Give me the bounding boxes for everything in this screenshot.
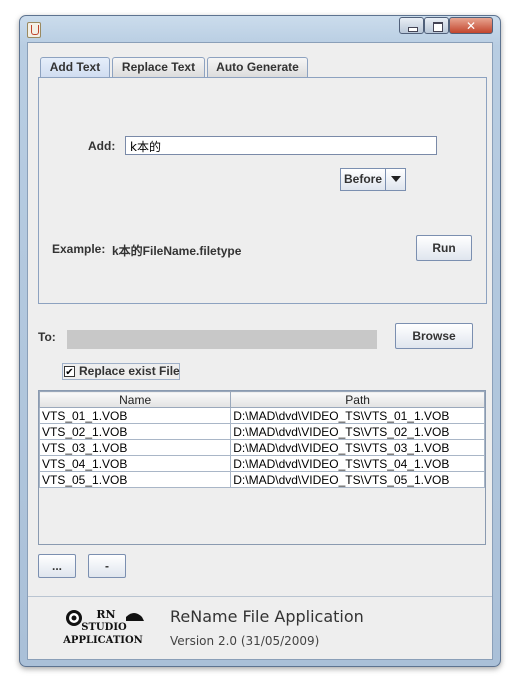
close-icon: ✕ xyxy=(466,19,477,33)
replace-exist-option[interactable]: ✔ Replace exist File xyxy=(62,363,180,380)
replace-exist-label: Replace exist File xyxy=(79,364,180,378)
to-label: To: xyxy=(38,330,56,344)
example-value: k本的FileName.filetype xyxy=(112,244,242,258)
tab-add-text[interactable]: Add Text xyxy=(40,57,110,78)
column-header-name[interactable]: Name xyxy=(38,391,232,408)
close-button[interactable]: ✕ xyxy=(449,17,493,34)
logo-line-1: RN xyxy=(96,608,115,621)
file-path-cell[interactable]: D:\MAD\dvd\VIDEO_TS\VTS_02_1.VOB xyxy=(230,423,485,440)
app-title: ReName File Application xyxy=(170,607,364,626)
add-files-button[interactable]: ... xyxy=(38,554,76,578)
file-name-cell[interactable]: VTS_04_1.VOB xyxy=(38,455,232,472)
file-name-cell[interactable]: VTS_01_1.VOB xyxy=(38,407,232,424)
example-label: Example: xyxy=(52,242,106,256)
run-button[interactable]: Run xyxy=(416,235,472,261)
chevron-down-icon xyxy=(391,176,401,182)
maximize-icon xyxy=(433,22,443,32)
file-path-cell[interactable]: D:\MAD\dvd\VIDEO_TS\VTS_05_1.VOB xyxy=(230,471,485,488)
add-text-panel xyxy=(38,77,487,304)
maximize-button[interactable] xyxy=(424,17,449,34)
add-label: Add: xyxy=(88,139,116,153)
file-table[interactable]: Name Path VTS_01_1.VOB D:\MAD\dvd\VIDEO_… xyxy=(38,390,486,545)
file-name-cell[interactable]: VTS_02_1.VOB xyxy=(38,423,232,440)
destination-path-field[interactable] xyxy=(67,330,377,349)
file-name-cell[interactable]: VTS_03_1.VOB xyxy=(38,439,232,456)
file-name-cell[interactable]: VTS_05_1.VOB xyxy=(38,471,232,488)
minimize-icon xyxy=(408,27,418,32)
file-path-cell[interactable]: D:\MAD\dvd\VIDEO_TS\VTS_04_1.VOB xyxy=(230,455,485,472)
position-selected-label: Before xyxy=(344,172,383,186)
app-version: Version 2.0 (31/05/2009) xyxy=(170,634,320,648)
minimize-button[interactable] xyxy=(399,17,424,34)
file-path-cell[interactable]: D:\MAD\dvd\VIDEO_TS\VTS_03_1.VOB xyxy=(230,439,485,456)
logo-line-2: STUDIO xyxy=(81,622,127,633)
tab-auto-generate[interactable]: Auto Generate xyxy=(207,57,308,77)
logo-line-3: APPLICATION xyxy=(62,635,143,646)
footer-divider xyxy=(28,596,492,597)
rn-studio-logo: RN STUDIO APPLICATION xyxy=(58,605,150,649)
position-dropdown[interactable]: Before xyxy=(340,168,406,191)
tab-replace-text[interactable]: Replace Text xyxy=(112,57,205,77)
column-header-path[interactable]: Path xyxy=(230,391,485,408)
replace-exist-checkbox[interactable]: ✔ xyxy=(64,366,75,378)
table-row[interactable]: VTS_03_1.VOB D:\MAD\dvd\VIDEO_TS\VTS_03_… xyxy=(38,439,485,456)
browse-button[interactable]: Browse xyxy=(395,323,473,349)
dropdown-arrow-button[interactable] xyxy=(385,168,406,191)
table-row[interactable]: VTS_02_1.VOB D:\MAD\dvd\VIDEO_TS\VTS_02_… xyxy=(38,423,485,440)
java-coffee-icon[interactable] xyxy=(27,22,41,38)
file-path-cell[interactable]: D:\MAD\dvd\VIDEO_TS\VTS_01_1.VOB xyxy=(230,407,485,424)
table-row[interactable]: VTS_04_1.VOB D:\MAD\dvd\VIDEO_TS\VTS_04_… xyxy=(38,455,485,472)
add-text-input[interactable]: k本的 xyxy=(125,136,437,155)
remove-file-button[interactable]: - xyxy=(88,554,126,578)
table-row[interactable]: VTS_01_1.VOB D:\MAD\dvd\VIDEO_TS\VTS_01_… xyxy=(38,407,485,424)
logo-graphic: RN STUDIO APPLICATION xyxy=(62,608,144,646)
table-row[interactable]: VTS_05_1.VOB D:\MAD\dvd\VIDEO_TS\VTS_05_… xyxy=(38,471,485,488)
